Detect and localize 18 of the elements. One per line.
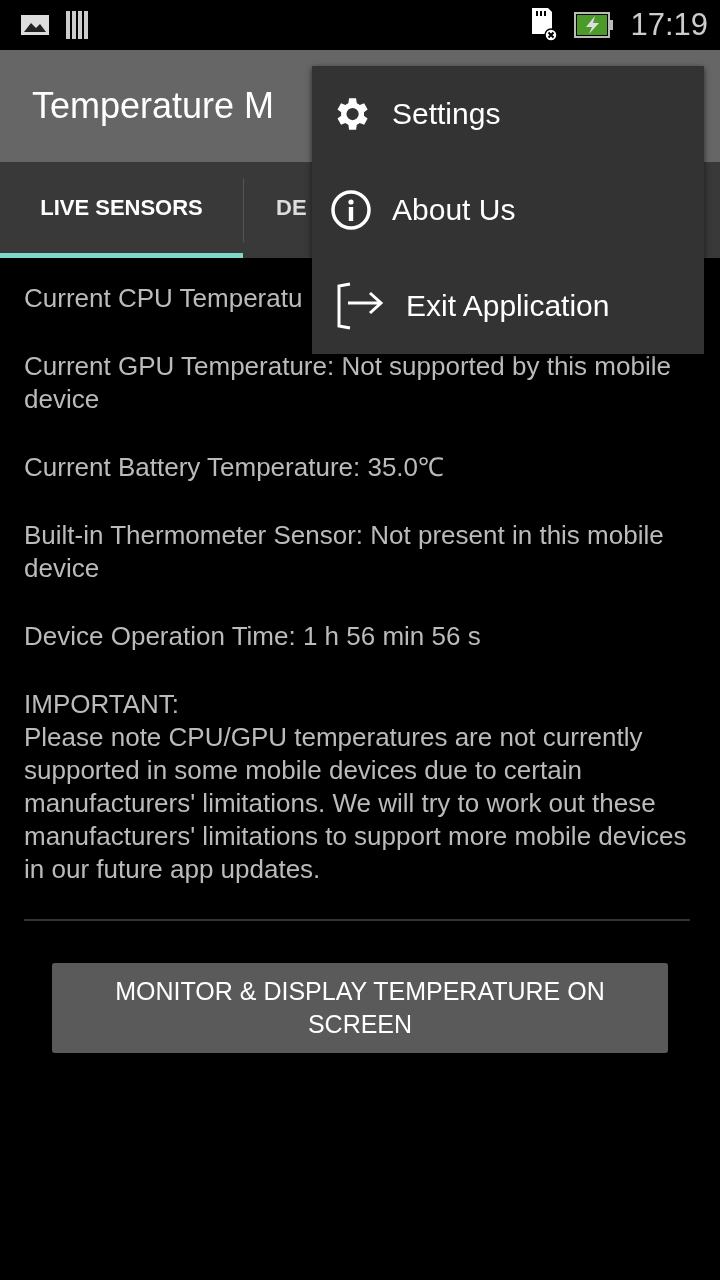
sensor-reading: Device Operation Time: 1 h 56 min 56 s [24, 620, 481, 653]
sensor-reading: Built-in Thermometer Sensor: Not present in this mobile device [24, 519, 665, 585]
app-title: Temperature M [32, 85, 275, 127]
notice-text: Please note CPU/GPU temperatures are not currently supported in some mobile devices due to certain manufacturers' limitations. We will try to work out these manufacturers' limitations to support more mobile devices in our future app updates. [24, 721, 688, 886]
sensor-reading: Current Battery Temperature: 35.0℃ [24, 451, 445, 484]
barcode-icon [66, 11, 90, 39]
tab[interactable]: LIVE SENSORS [0, 162, 243, 258]
image-icon [20, 13, 50, 37]
monitor-button[interactable]: MONITOR & DISPLAY TEMPERATURE ON SCREEN [52, 963, 668, 1053]
clock: 17:19 [630, 7, 708, 43]
info-icon [330, 189, 372, 231]
battery-charging-icon [574, 12, 615, 38]
sensor-reading: Current CPU Temperatu [24, 282, 303, 315]
notice-heading: IMPORTANT: [24, 688, 181, 721]
menu-item[interactable]: Settings [312, 66, 704, 162]
tab[interactable]: DE [244, 162, 307, 258]
exit-icon [336, 281, 386, 331]
menu-item[interactable]: About Us [312, 162, 704, 258]
